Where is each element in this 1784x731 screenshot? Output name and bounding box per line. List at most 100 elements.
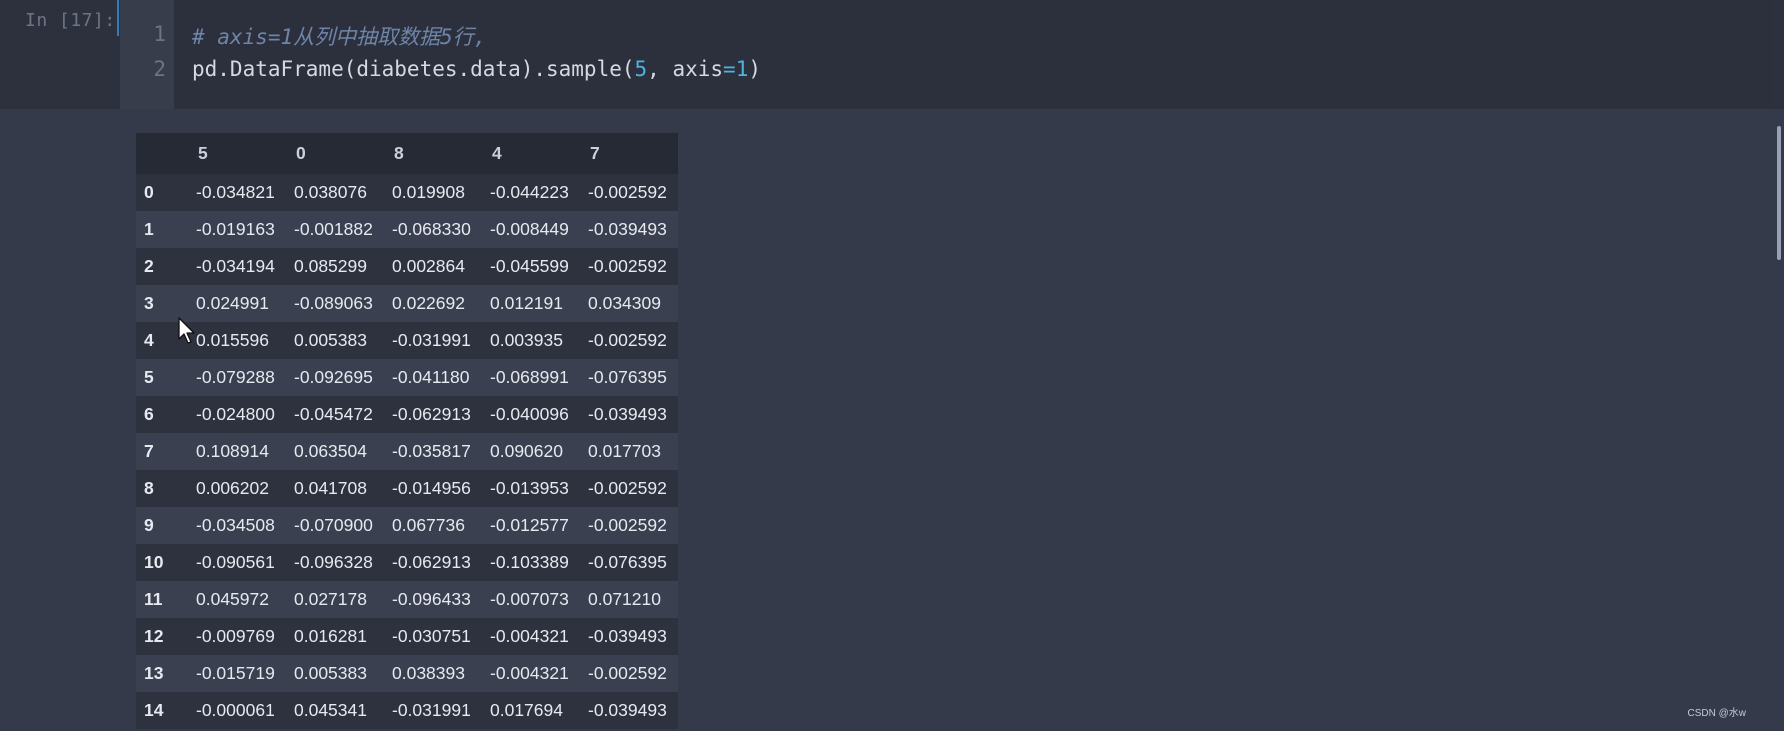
table-cell: 0.090620 bbox=[490, 441, 563, 461]
table-cell: 0.005383 bbox=[294, 663, 367, 683]
table-cell: 0.038076 bbox=[294, 182, 367, 202]
column-header: 4 bbox=[482, 133, 580, 174]
table-row: 12 -0.009769 0.016281 -0.030751 -0.004321 -0.… bbox=[136, 618, 678, 655]
table-cell: -0.045472 bbox=[294, 404, 373, 424]
column-header: 7 bbox=[580, 133, 678, 174]
table-cell: 0.034309 bbox=[588, 293, 661, 313]
line-number: 1 bbox=[153, 22, 166, 46]
table-cell: -0.068330 bbox=[392, 219, 471, 239]
table-cell: 0.005383 bbox=[294, 330, 367, 350]
table-cell: -0.076395 bbox=[588, 552, 667, 572]
mouse-pointer-icon bbox=[178, 317, 195, 344]
row-index: 9 bbox=[144, 515, 154, 535]
table-cell: 0.015596 bbox=[196, 330, 269, 350]
table-cell: -0.044223 bbox=[490, 182, 569, 202]
table-row: 0 -0.034821 0.038076 0.019908 -0.044223 -0.00… bbox=[136, 174, 678, 211]
table-cell: -0.002592 bbox=[588, 515, 667, 535]
table-cell: -0.096328 bbox=[294, 552, 373, 572]
table-cell: 0.038393 bbox=[392, 663, 465, 683]
table-cell: 0.063504 bbox=[294, 441, 367, 461]
table-cell: -0.103389 bbox=[490, 552, 569, 572]
row-index: 7 bbox=[144, 441, 154, 461]
table-cell: -0.096433 bbox=[392, 589, 471, 609]
table-cell: -0.001882 bbox=[294, 219, 373, 239]
table-cell: 0.085299 bbox=[294, 256, 367, 276]
row-index: 14 bbox=[144, 700, 164, 720]
code-number: 1 bbox=[735, 57, 749, 81]
row-index: 5 bbox=[144, 367, 154, 387]
table-cell: -0.031991 bbox=[392, 700, 471, 720]
table-cell: -0.062913 bbox=[392, 404, 471, 424]
table-cell: -0.039493 bbox=[588, 626, 667, 646]
table-row: 14 -0.000061 0.045341 -0.031991 0.017694 -0.0… bbox=[136, 692, 678, 729]
code-operator: = bbox=[723, 57, 736, 81]
table-cell: 0.045972 bbox=[196, 589, 269, 609]
table-cell: -0.035817 bbox=[392, 441, 471, 461]
table-cell: 0.071210 bbox=[588, 589, 661, 609]
table-cell: -0.019163 bbox=[196, 219, 275, 239]
row-index: 13 bbox=[144, 663, 164, 683]
row-index: 11 bbox=[144, 589, 163, 609]
table-cell: -0.089063 bbox=[294, 293, 373, 313]
table-cell: 0.067736 bbox=[392, 515, 465, 535]
table-row: 4 0.015596 0.005383 -0.031991 0.003935 -0.002… bbox=[136, 322, 678, 359]
table-cell: 0.017694 bbox=[490, 700, 563, 720]
line-number: 2 bbox=[153, 57, 166, 81]
table-cell: 0.108914 bbox=[196, 441, 269, 461]
table-cell: -0.034821 bbox=[196, 182, 275, 202]
input-cell[interactable]: In [17]: 1 2 # axis=1从列中抽取数据5行, pd.DataF… bbox=[0, 0, 1784, 109]
table-cell: -0.009769 bbox=[196, 626, 275, 646]
table-row: 6 -0.024800 -0.045472 -0.062913 -0.040096 -0.… bbox=[136, 396, 678, 433]
table-row: 11 0.045972 0.027178 -0.096433 -0.007073 0.07… bbox=[136, 581, 678, 618]
table-cell: -0.070900 bbox=[294, 515, 373, 535]
table-cell: -0.045599 bbox=[490, 256, 569, 276]
table-cell: -0.031991 bbox=[392, 330, 471, 350]
table-cell: -0.034194 bbox=[196, 256, 275, 276]
table-cell: -0.092695 bbox=[294, 367, 373, 387]
index-header bbox=[136, 133, 188, 174]
table-cell: 0.017703 bbox=[588, 441, 661, 461]
table-cell: 0.002864 bbox=[392, 256, 465, 276]
scrollbar-thumb[interactable] bbox=[1777, 126, 1781, 260]
table-cell: -0.004321 bbox=[490, 663, 569, 683]
table-cell: -0.015719 bbox=[196, 663, 275, 683]
table-row: 13 -0.015719 0.005383 0.038393 -0.004321 -0.0… bbox=[136, 655, 678, 692]
input-prompt: In [17]: bbox=[25, 10, 116, 31]
cell-selection-marker bbox=[117, 0, 119, 36]
table-cell: -0.034508 bbox=[196, 515, 275, 535]
table-cell: -0.000061 bbox=[196, 700, 275, 720]
table-cell: 0.041708 bbox=[294, 478, 367, 498]
row-index: 12 bbox=[144, 626, 164, 646]
code-text: , axis bbox=[647, 57, 724, 81]
table-row: 7 0.108914 0.063504 -0.035817 0.090620 0.0177… bbox=[136, 433, 678, 470]
dataframe-table: 5 0 8 4 7 0 -0.034821 0.038076 0.019908 -0.0… bbox=[136, 133, 678, 729]
table-row: 8 0.006202 0.041708 -0.014956 -0.013953 -0.00… bbox=[136, 470, 678, 507]
table-cell: -0.039493 bbox=[588, 700, 667, 720]
table-cell: -0.062913 bbox=[392, 552, 471, 572]
table-cell: -0.008449 bbox=[490, 219, 569, 239]
code-text: ) bbox=[748, 57, 761, 81]
table-cell: -0.002592 bbox=[588, 256, 667, 276]
notebook-window: In [17]: 1 2 # axis=1从列中抽取数据5行, pd.DataF… bbox=[0, 0, 1784, 731]
table-cell: -0.041180 bbox=[392, 367, 470, 387]
table-cell: -0.002592 bbox=[588, 330, 667, 350]
table-cell: -0.002592 bbox=[588, 182, 667, 202]
table-row: 2 -0.034194 0.085299 0.002864 -0.045599 -0.00… bbox=[136, 248, 678, 285]
table-cell: 0.022692 bbox=[392, 293, 465, 313]
row-index: 6 bbox=[144, 404, 154, 424]
row-index: 2 bbox=[144, 256, 154, 276]
table-cell: -0.030751 bbox=[392, 626, 471, 646]
table-cell: -0.068991 bbox=[490, 367, 569, 387]
row-index: 8 bbox=[144, 478, 154, 498]
table-cell: -0.007073 bbox=[490, 589, 569, 609]
table-body: 0 -0.034821 0.038076 0.019908 -0.044223 -0.00… bbox=[136, 174, 678, 729]
table-cell: 0.016281 bbox=[294, 626, 367, 646]
table-row: 1 -0.019163 -0.001882 -0.068330 -0.008449 -0.… bbox=[136, 211, 678, 248]
code-editor[interactable]: # axis=1从列中抽取数据5行, pd.DataFrame(diabetes… bbox=[174, 0, 1774, 109]
code-comment-line: # axis=1从列中抽取数据5行, bbox=[192, 25, 487, 49]
table-cell: 0.012191 bbox=[490, 293, 563, 313]
table-cell: 0.006202 bbox=[196, 478, 269, 498]
table-cell: 0.045341 bbox=[294, 700, 367, 720]
column-header: 0 bbox=[286, 133, 384, 174]
table-cell: -0.013953 bbox=[490, 478, 569, 498]
